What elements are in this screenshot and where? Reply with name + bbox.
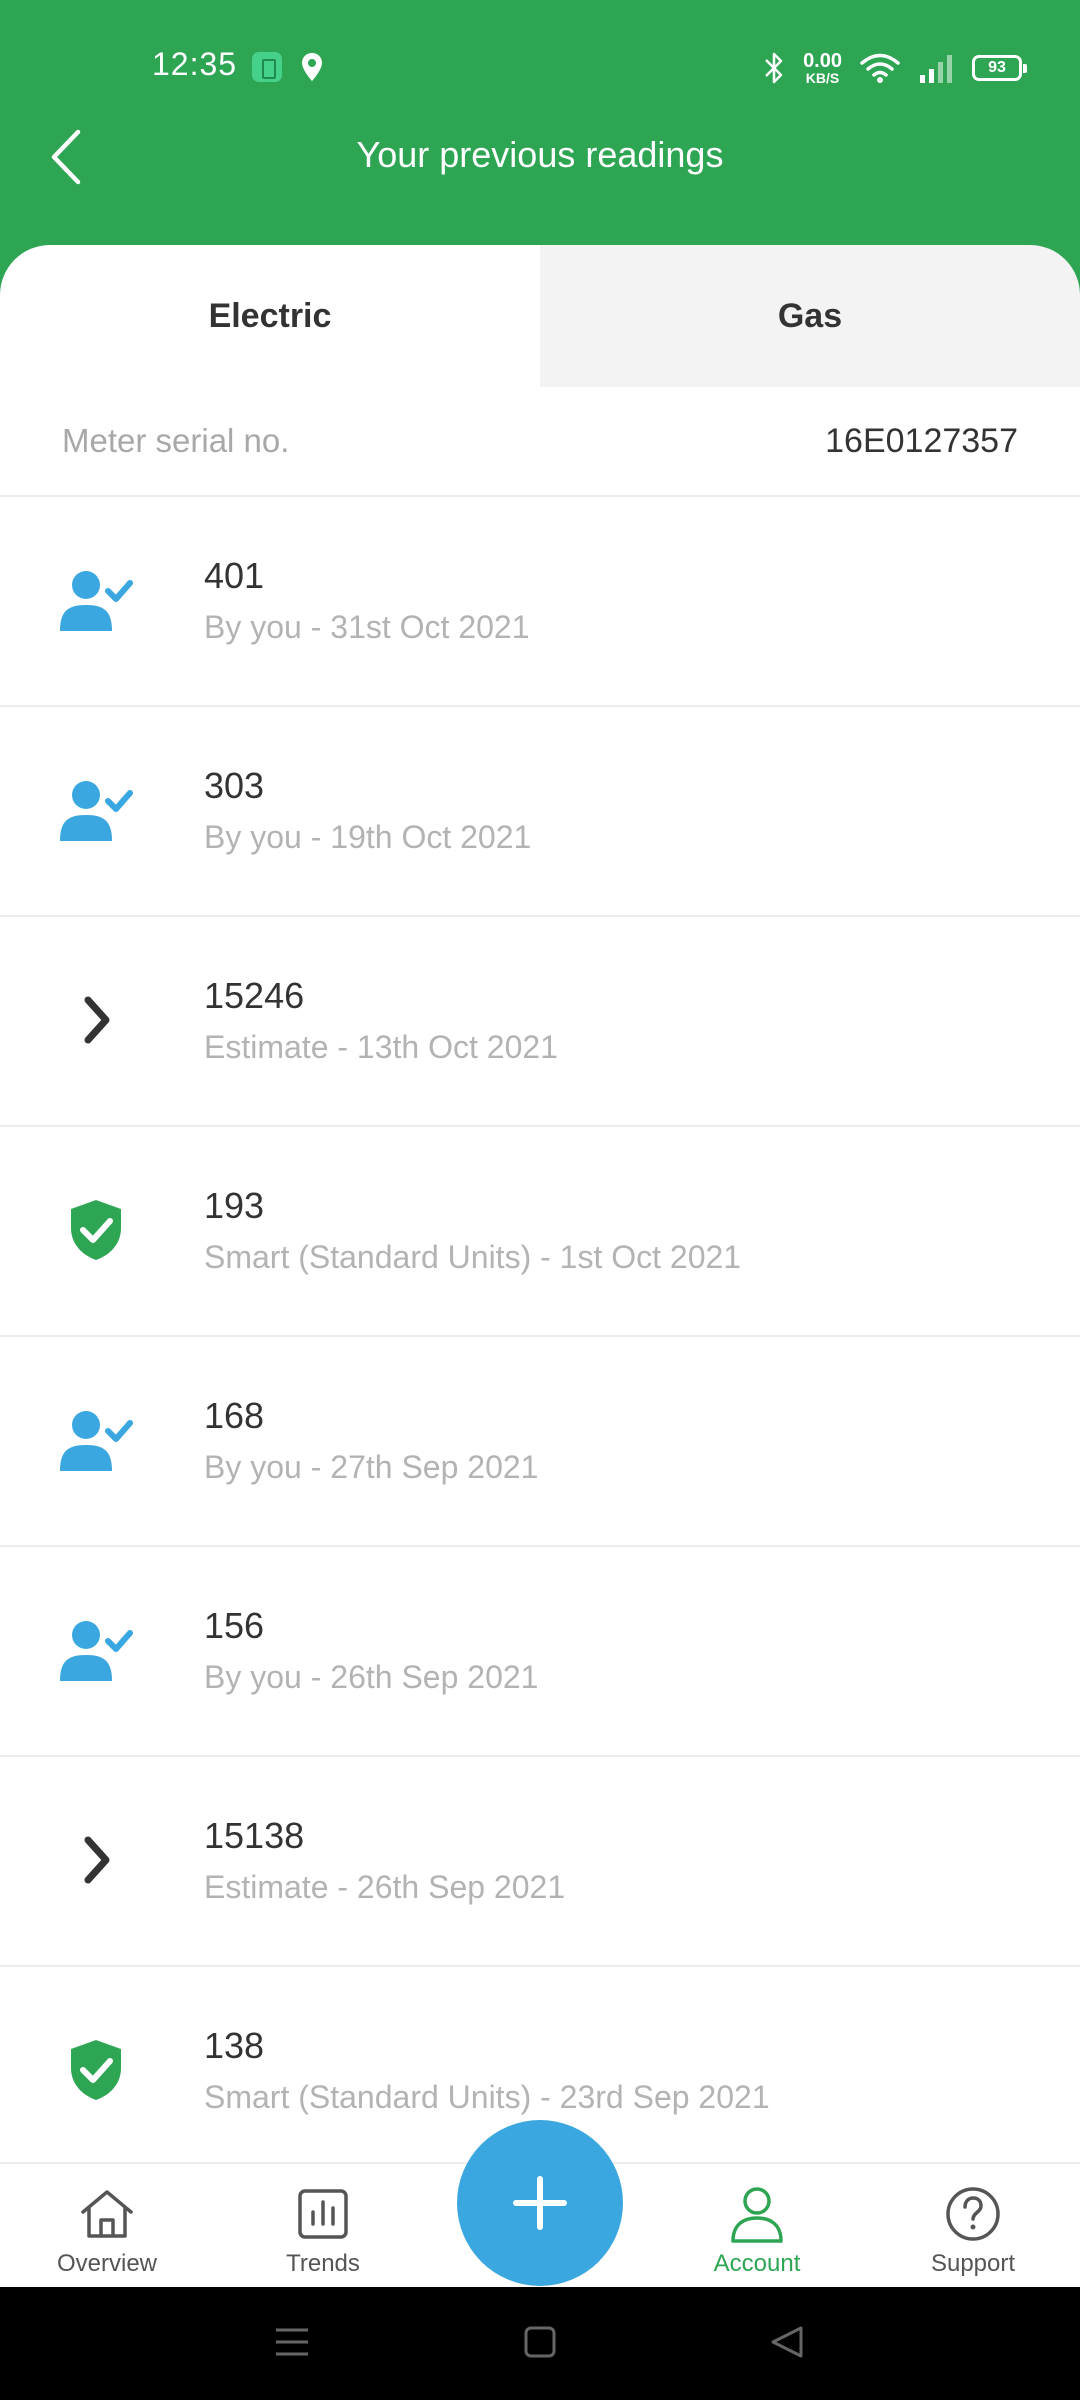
nav-overview-label: Overview	[56, 2250, 158, 2277]
page-title: Your previous readings	[356, 134, 724, 175]
system-navigation-bar	[0, 2287, 1080, 2400]
reading-detail: By you - 26th Sep 2021	[204, 1659, 539, 1695]
chevron-right-icon	[56, 1825, 136, 1895]
home-icon	[77, 2184, 137, 2244]
nav-account-label: Account	[713, 2250, 801, 2277]
reading-row[interactable]: 15246 Estimate - 13th Oct 2021	[0, 917, 1080, 1127]
signal-icon	[920, 55, 952, 83]
status-time: 12:35	[152, 46, 238, 82]
reading-row[interactable]: 156 By you - 26th Sep 2021	[0, 1547, 1080, 1757]
tab-gas[interactable]: Gas	[540, 245, 1080, 387]
reading-value: 15246	[204, 975, 305, 1016]
bluetooth-icon	[765, 52, 783, 84]
recents-button[interactable]	[262, 2317, 322, 2367]
shield-check-icon	[56, 1195, 136, 1265]
triangle-back-icon	[771, 2326, 803, 2358]
app-notification-icon	[252, 52, 282, 82]
shield-check-icon	[56, 2035, 136, 2105]
network-speed: 0.00 KB/S	[803, 50, 842, 86]
reading-value: 15138	[204, 1815, 305, 1856]
back-button[interactable]	[757, 2317, 817, 2367]
reading-row[interactable]: 193 Smart (Standard Units) - 1st Oct 202…	[0, 1127, 1080, 1337]
reading-detail: Estimate - 13th Oct 2021	[204, 1029, 558, 1065]
plus-icon	[513, 2176, 567, 2230]
meter-serial-row: Meter serial no. 16E0127357	[0, 387, 1080, 497]
meter-serial-label: Meter serial no.	[62, 422, 290, 459]
user-check-icon	[56, 1615, 136, 1685]
reading-row[interactable]: 303 By you - 19th Oct 2021	[0, 707, 1080, 917]
nav-account[interactable]: Account	[667, 2164, 847, 2289]
meter-type-tabs: Electric Gas	[0, 245, 1080, 387]
wifi-icon	[860, 53, 900, 83]
battery-indicator: 93	[972, 55, 1027, 81]
chart-icon	[293, 2184, 353, 2244]
location-icon	[302, 53, 322, 81]
nav-support-label: Support	[930, 2250, 1016, 2277]
reading-detail: Smart (Standard Units) - 23rd Sep 2021	[204, 2079, 770, 2115]
reading-row[interactable]: 401 By you - 31st Oct 2021	[0, 497, 1080, 707]
reading-row[interactable]: 168 By you - 27th Sep 2021	[0, 1337, 1080, 1547]
reading-detail: Estimate - 26th Sep 2021	[204, 1869, 566, 1905]
reading-value: 193	[204, 1185, 265, 1226]
reading-detail: By you - 19th Oct 2021	[204, 819, 532, 855]
reading-value: 168	[204, 1395, 265, 1436]
nav-trends[interactable]: Trends	[233, 2164, 413, 2289]
add-reading-button[interactable]	[457, 2120, 623, 2286]
reading-detail: By you - 31st Oct 2021	[204, 609, 530, 645]
menu-icon	[276, 2328, 308, 2356]
readings-list: 401 By you - 31st Oct 2021 303 By you - …	[0, 497, 1080, 2162]
reading-detail: Smart (Standard Units) - 1st Oct 2021	[204, 1239, 742, 1275]
meter-serial-value: 16E0127357	[825, 421, 1018, 460]
tab-electric[interactable]: Electric	[0, 245, 540, 387]
reading-value: 401	[204, 555, 265, 596]
reading-value: 156	[204, 1605, 265, 1646]
user-check-icon	[56, 1405, 136, 1475]
chevron-right-icon	[56, 985, 136, 1055]
help-icon	[943, 2184, 1003, 2244]
account-icon	[727, 2184, 787, 2244]
nav-overview[interactable]: Overview	[17, 2164, 197, 2289]
square-icon	[524, 2326, 556, 2358]
status-bar: 12:35 0.00 KB/S 93	[0, 0, 1080, 136]
user-check-icon	[56, 775, 136, 845]
nav-support[interactable]: Support	[883, 2164, 1063, 2289]
home-button[interactable]	[510, 2317, 570, 2367]
reading-row[interactable]: 15138 Estimate - 26th Sep 2021	[0, 1757, 1080, 1967]
nav-trends-label: Trends	[286, 2250, 360, 2277]
reading-detail: By you - 27th Sep 2021	[204, 1449, 539, 1485]
reading-value: 138	[204, 2025, 265, 2066]
user-check-icon	[56, 565, 136, 635]
reading-value: 303	[204, 765, 265, 806]
